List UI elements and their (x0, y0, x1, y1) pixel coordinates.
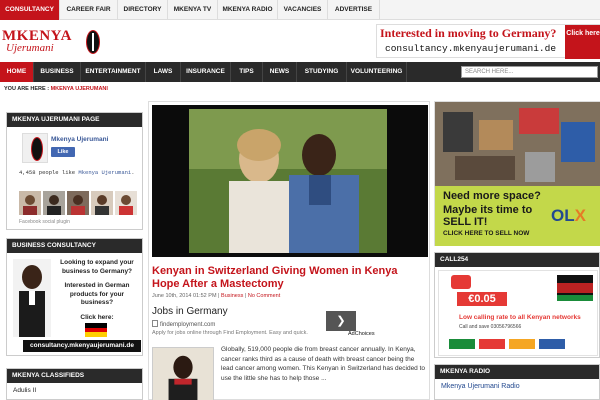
mkenya-radio-box: MKENYA RADIO Mkenya Ujerumani Radio (434, 364, 600, 400)
site-logo[interactable]: MKENYA Ujerumani (2, 28, 102, 58)
fan-avatar[interactable] (91, 191, 113, 215)
facebook-like-button[interactable]: Like (51, 147, 75, 157)
banner-title: Interested in moving to Germany? (380, 26, 557, 40)
document-icon (152, 320, 158, 327)
call254-box: CALL254 €0.05 Low calling rate to all Ke… (434, 252, 600, 358)
olx-subheadline: Maybe its time to SELL IT! (443, 204, 533, 228)
tab-vacancies[interactable]: VACANCIES (278, 0, 328, 20)
olx-logo-part: X (574, 206, 586, 225)
chevron-right-icon[interactable]: ❯ (326, 311, 356, 331)
tab-career-fair[interactable]: CAREER FAIR (60, 0, 118, 20)
nav-news[interactable]: NEWS (263, 62, 297, 82)
call254-title: CALL254 (435, 253, 599, 267)
flag-icon (557, 275, 593, 301)
breadcrumb: YOU ARE HERE : MKENYA UJERUMANI (4, 86, 108, 92)
top-bar: CONSULTANCY CAREER FAIR DIRECTORY MKENYA… (0, 0, 600, 20)
radio-title: MKENYA RADIO (435, 365, 599, 379)
business-box-title: BUSINESS CONSULTANCY (7, 239, 142, 253)
nav-studying[interactable]: STUDYING (297, 62, 347, 82)
logo-word-ujerumani: Ujerumani (6, 42, 54, 54)
olx-logo-part: OL (551, 206, 575, 225)
nav-laws[interactable]: LAWS (146, 62, 181, 82)
olx-ad[interactable]: Need more space? Maybe its time to SELL … (434, 101, 600, 246)
ad-domain-text: findemployment.com (160, 322, 216, 328)
call-price: €0.05 (457, 292, 507, 306)
likes-suffix: . (131, 169, 135, 176)
article-thumbnail[interactable] (152, 347, 214, 400)
call254-logo (451, 275, 471, 289)
article-title[interactable]: Kenyan in Switzerland Giving Women in Ke… (152, 265, 428, 291)
nav-entertainment[interactable]: ENTERTAINMENT (81, 62, 146, 82)
tab-mkenya-radio[interactable]: MKENYA RADIO (218, 0, 278, 20)
business-consultancy-box: BUSINESS CONSULTANCY Looking to expand y… (6, 238, 143, 356)
nav-business[interactable]: BUSINESS (34, 62, 81, 82)
search-input[interactable]: SEARCH HERE... (461, 66, 598, 78)
tab-directory[interactable]: DIRECTORY (118, 0, 168, 20)
article-meta: June 10th, 2014 01:52 PM | Business | No… (152, 293, 280, 299)
featured-image[interactable] (189, 109, 387, 253)
olx-headline: Need more space? (443, 190, 541, 202)
article-excerpt: Globally, 519,000 people die from breast… (221, 346, 426, 382)
banner-url: consultancy.mkenyaujerumani.de (385, 43, 557, 54)
network-logos (449, 339, 565, 349)
tab-mkenya-tv[interactable]: MKENYA TV (168, 0, 218, 20)
likes-page-link[interactable]: Mkenya Ujerumani (78, 169, 131, 176)
olx-cta[interactable]: CLICK HERE TO SELL NOW (443, 230, 529, 237)
consultancy-url[interactable]: consultancy.mkenyaujerumani.de (23, 340, 141, 352)
facebook-page-box: MKENYA UJERUMANI PAGE Mkenya Ujerumani L… (6, 112, 143, 230)
facebook-likes-text: 4,458 people like Mkenya Ujerumani. (19, 169, 137, 177)
main-nav: HOME BUSINESS ENTERTAINMENT LAWS INSURAN… (0, 62, 600, 82)
consultant-photo (13, 259, 51, 337)
classifieds-box: MKENYA CLASSIFIEDS Adulis II (6, 368, 143, 400)
article-comments[interactable]: No Comment (248, 293, 280, 299)
classifieds-title: MKENYA CLASSIFIEDS (7, 369, 142, 383)
olx-ad-panel: Need more space? Maybe its time to SELL … (435, 186, 600, 246)
tab-consultancy[interactable]: CONSULTANCY (0, 0, 60, 20)
call-save-text: Call and save 03056796566 (459, 324, 522, 330)
consultancy-banner[interactable]: Interested in moving to Germany? consult… (376, 24, 600, 59)
fan-avatar[interactable] (19, 191, 41, 215)
call-price-value: 0.05 (474, 293, 496, 305)
ad-domain: findemployment.com (152, 320, 215, 328)
like-label: Like (57, 149, 69, 155)
shield-icon (86, 30, 100, 54)
radio-link[interactable]: Mkenya Ujerumani Radio (441, 383, 520, 390)
facebook-page-avatar[interactable] (22, 133, 48, 163)
fan-avatar[interactable] (43, 191, 65, 215)
featured-image-frame[interactable] (152, 105, 428, 257)
facebook-fan-faces (19, 191, 137, 215)
breadcrumb-prefix: YOU ARE HERE : (4, 86, 50, 92)
likes-count-text: 4,458 people like (19, 169, 79, 176)
main-article: Kenyan in Switzerland Giving Women in Ke… (148, 101, 430, 400)
business-pitch: Looking to expand your business to Germa… (53, 259, 141, 322)
nav-tips[interactable]: TIPS (231, 62, 263, 82)
classified-item[interactable]: Adulis II (13, 387, 36, 394)
olx-logo: OLX (551, 206, 586, 226)
facebook-page-name[interactable]: Mkenya Ujerumani (51, 136, 108, 143)
article-date: June 10th, 2014 01:52 PM (152, 293, 217, 299)
site-header: MKENYA Ujerumani Interested in moving to… (0, 20, 600, 62)
adchoices-label[interactable]: AdChoices (348, 331, 375, 337)
call254-ad[interactable]: €0.05 Low calling rate to all Kenyan net… (438, 270, 598, 356)
tab-advertise[interactable]: ADVERTISE (328, 0, 380, 20)
call-promo-text: Low calling rate to all Kenyan networks (459, 314, 581, 321)
banner-cta[interactable]: Click here (565, 25, 600, 59)
business-question-1: Looking to expand your business to Germa… (60, 259, 134, 275)
fan-avatar[interactable] (67, 191, 89, 215)
business-cta[interactable]: Click here: (53, 314, 141, 323)
germany-flag-icon (85, 323, 107, 337)
nav-home[interactable]: HOME (0, 62, 34, 82)
breadcrumb-current[interactable]: MKENYA UJERUMANI (51, 86, 108, 92)
business-question-2: Interested in German products for your b… (64, 282, 130, 306)
ad-headline[interactable]: Jobs in Germany (152, 306, 228, 317)
article-category[interactable]: Business (221, 293, 243, 299)
olx-ad-image (435, 102, 600, 186)
nav-insurance[interactable]: INSURANCE (181, 62, 231, 82)
facebook-plugin-note: Facebook social plugin (19, 219, 70, 225)
ad-description: Apply for jobs online through Find Emplo… (152, 330, 308, 336)
nav-volunteering[interactable]: VOLUNTEERING (347, 62, 407, 82)
fan-avatar[interactable] (115, 191, 137, 215)
facebook-box-title: MKENYA UJERUMANI PAGE (7, 113, 142, 127)
